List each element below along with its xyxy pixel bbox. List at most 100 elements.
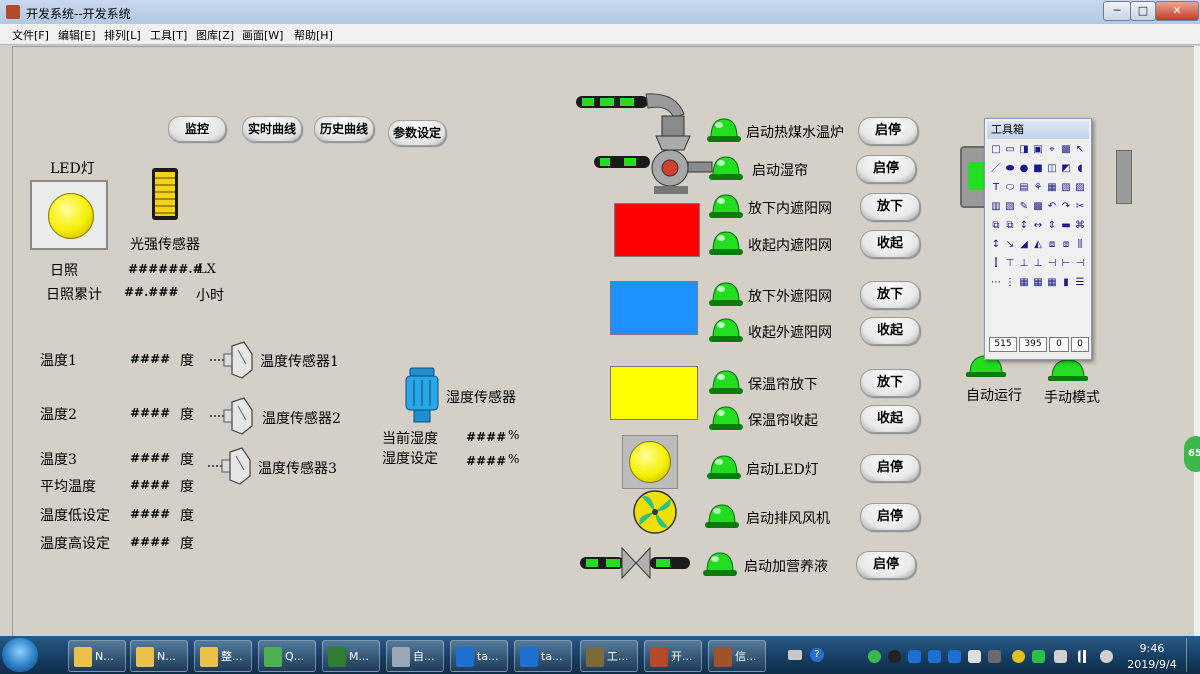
toolbox-tool-2-icon[interactable]: ▭ <box>1003 143 1017 157</box>
toolbox-tool-35-icon[interactable]: ⌘ <box>1073 219 1087 233</box>
vertical-scrollbar[interactable] <box>1194 46 1200 636</box>
wet-curtain-button[interactable]: 启停 <box>856 155 916 183</box>
toolbox-tool-8-icon[interactable]: ／ <box>989 162 1003 176</box>
toolbox-tool-17-icon[interactable]: ▤ <box>1017 181 1031 195</box>
taskbar-button-10[interactable]: 开... <box>644 640 702 672</box>
toolbox-tool-41-icon[interactable]: ⧈ <box>1059 238 1073 252</box>
toolbox-tool-11-icon[interactable]: ■ <box>1031 162 1045 176</box>
toolbox-tool-22-icon[interactable]: ▥ <box>989 200 1003 214</box>
lower-inner-shade-button[interactable]: 放下 <box>860 193 920 221</box>
tray-app-icon-2[interactable] <box>928 650 941 663</box>
history-curve-button[interactable]: 历史曲线 <box>314 116 374 142</box>
toolbox-tool-38-icon[interactable]: ◢ <box>1017 238 1031 252</box>
tray-shield-icon[interactable] <box>1032 650 1045 663</box>
toolbox-tool-13-icon[interactable]: ◩ <box>1059 162 1073 176</box>
menu-tools[interactable]: 工具[T] <box>150 27 187 43</box>
tray-qq-icon[interactable] <box>888 650 901 663</box>
toolbox-tool-26-icon[interactable]: ↶ <box>1045 200 1059 214</box>
toolbox-tool-45-icon[interactable]: ⊥ <box>1017 257 1031 271</box>
tray-input-icon[interactable] <box>968 650 981 663</box>
raise-insulation-curtain-button[interactable]: 收起 <box>860 405 920 433</box>
monitor-button[interactable]: 监控 <box>168 116 226 142</box>
toolbox-tool-12-icon[interactable]: ◫ <box>1045 162 1059 176</box>
toolbox-tool-39-icon[interactable]: ◭ <box>1031 238 1045 252</box>
toolbox-tool-55-icon[interactable]: ▮ <box>1059 276 1073 290</box>
toolbox-tool-18-icon[interactable]: ⚘ <box>1031 181 1045 195</box>
toolbox-tool-9-icon[interactable]: ⬬ <box>1003 162 1017 176</box>
toolbox-tool-33-icon[interactable]: ⇕ <box>1045 219 1059 233</box>
toolbox-x-field[interactable]: 515 <box>989 337 1017 352</box>
toolbox-tool-5-icon[interactable]: ⌖ <box>1045 143 1059 157</box>
volume-icon[interactable] <box>1100 650 1113 663</box>
taskbar-button-9[interactable]: 工... <box>580 640 638 672</box>
toolbox-window[interactable]: 工具箱 □ ▭ ◨ ▣ ⌖ ▩ ↖ ／ ⬬ ● ■ ◫ ◩ ◖ T ⬭ ▤ ⚘ ▦ ▧ ▨ ▥ ▧ ✎ ▩ ↶ ↷ ✂ ⧉ ⧉ ↕ ↔ ⇕ ▬ ⌘ ↕… <box>984 118 1092 360</box>
maximize-button[interactable]: □ <box>1130 1 1156 21</box>
menu-edit[interactable]: 编辑[E] <box>58 27 96 43</box>
signal-icon[interactable] <box>1078 650 1091 663</box>
tray-app-icon-1[interactable] <box>908 650 921 663</box>
menu-help[interactable]: 帮助[H] <box>294 27 333 43</box>
taskbar-button-7[interactable]: ta... <box>450 640 508 672</box>
toolbox-tool-7-icon[interactable]: ↖ <box>1073 143 1087 157</box>
taskbar-button-1[interactable]: N... <box>68 640 126 672</box>
toolbox-tool-40-icon[interactable]: ⧈ <box>1045 238 1059 252</box>
toolbox-tool-19-icon[interactable]: ▦ <box>1045 181 1059 195</box>
toolbox-tool-30-icon[interactable]: ⧉ <box>1003 219 1017 233</box>
toolbox-tool-4-icon[interactable]: ▣ <box>1031 143 1045 157</box>
toolbox-tool-53-icon[interactable]: ▦ <box>1031 276 1045 290</box>
menu-screen[interactable]: 画面[W] <box>242 27 283 43</box>
tray-app-icon-3[interactable] <box>948 650 961 663</box>
close-button[interactable]: ✕ <box>1155 1 1199 21</box>
toolbox-tool-20-icon[interactable]: ▧ <box>1059 181 1073 195</box>
taskbar-button-4[interactable]: Q... <box>258 640 316 672</box>
toolbox-tool-32-icon[interactable]: ↔ <box>1031 219 1045 233</box>
start-button[interactable] <box>2 638 38 672</box>
keyboard-icon[interactable] <box>788 650 802 660</box>
toolbox-tool-54-icon[interactable]: ▦ <box>1045 276 1059 290</box>
toolbox-tool-15-icon[interactable]: T <box>989 181 1003 195</box>
toolbox-tool-25-icon[interactable]: ▩ <box>1031 200 1045 214</box>
toolbox-tool-3-icon[interactable]: ◨ <box>1017 143 1031 157</box>
menu-arrange[interactable]: 排列[L] <box>104 27 141 43</box>
tray-browser-icon[interactable] <box>868 650 881 663</box>
toolbox-tool-51-icon[interactable]: ⋮ <box>1003 276 1017 290</box>
tray-tool-icon[interactable] <box>988 650 1001 663</box>
nutrient-button[interactable]: 启停 <box>856 551 916 579</box>
taskbar-button-6[interactable]: 自... <box>386 640 444 672</box>
taskbar-button-3[interactable]: 整... <box>194 640 252 672</box>
taskbar-button-8[interactable]: ta... <box>514 640 572 672</box>
toolbox-tool-1-icon[interactable]: □ <box>989 143 1003 157</box>
toolbox-tool-21-icon[interactable]: ▨ <box>1073 181 1087 195</box>
taskbar-button-5[interactable]: M... <box>322 640 380 672</box>
exhaust-fan-button[interactable]: 启停 <box>860 503 920 531</box>
show-desktop-button[interactable] <box>1186 638 1199 672</box>
toolbox-w-field[interactable]: 0 <box>1049 337 1069 352</box>
toolbox-tool-48-icon[interactable]: ⊢ <box>1059 257 1073 271</box>
boiler-button[interactable]: 启停 <box>858 117 918 145</box>
raise-outer-shade-button[interactable]: 收起 <box>860 317 920 345</box>
minimize-button[interactable]: ─ <box>1103 1 1131 21</box>
toolbox-tool-36-icon[interactable]: ↕ <box>989 238 1003 252</box>
led-light-button[interactable]: 启停 <box>860 454 920 482</box>
toolbox-tool-43-icon[interactable]: ⫿ <box>989 257 1003 271</box>
toolbox-tool-56-icon[interactable]: ☰ <box>1073 276 1087 290</box>
toolbox-tool-34-icon[interactable]: ▬ <box>1059 219 1073 233</box>
realtime-curve-button[interactable]: 实时曲线 <box>242 116 302 142</box>
toolbox-tool-31-icon[interactable]: ↕ <box>1017 219 1031 233</box>
toolbox-tool-49-icon[interactable]: ⊣ <box>1073 257 1087 271</box>
toolbox-tool-28-icon[interactable]: ✂ <box>1073 200 1087 214</box>
toolbox-tool-10-icon[interactable]: ● <box>1017 162 1031 176</box>
lower-outer-shade-button[interactable]: 放下 <box>860 281 920 309</box>
toolbox-tool-42-icon[interactable]: ⫼ <box>1073 238 1087 252</box>
toolbox-tool-29-icon[interactable]: ⧉ <box>989 219 1003 233</box>
toolbox-tool-37-icon[interactable]: ↘ <box>1003 238 1017 252</box>
raise-inner-shade-button[interactable]: 收起 <box>860 230 920 258</box>
toolbox-tool-47-icon[interactable]: ⊣ <box>1045 257 1059 271</box>
toolbox-y-field[interactable]: 395 <box>1019 337 1047 352</box>
taskbar-button-2[interactable]: N... <box>130 640 188 672</box>
menu-gallery[interactable]: 图库[Z] <box>196 27 234 43</box>
toolbox-tool-6-icon[interactable]: ▩ <box>1059 143 1073 157</box>
parameter-settings-button[interactable]: 参数设定 <box>388 120 446 146</box>
tray-security-icon[interactable] <box>1012 650 1025 663</box>
toolbox-tool-44-icon[interactable]: ⊤ <box>1003 257 1017 271</box>
